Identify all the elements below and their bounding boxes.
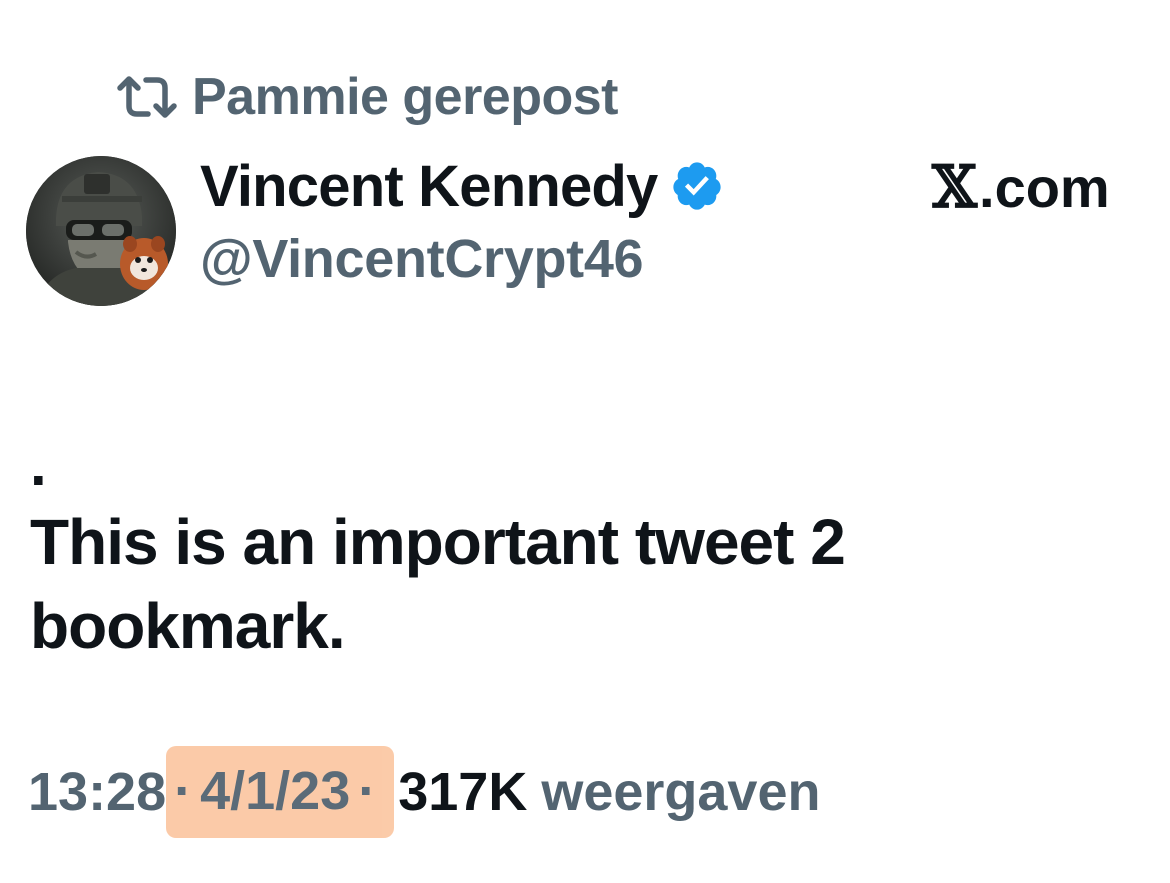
meta-separator: · (174, 761, 193, 821)
repost-header[interactable]: Pammie gerepost (116, 66, 619, 128)
author-display-name[interactable]: Vincent Kennedy (200, 153, 658, 220)
avatar[interactable] (26, 156, 176, 306)
meta-separator: · (358, 761, 377, 821)
tweet-text: This is an important tweet 2 bookmark. (30, 506, 846, 662)
author-name-row[interactable]: Vincent Kennedy (200, 150, 724, 222)
repost-icon (116, 74, 178, 120)
x-com-label: .com (979, 155, 1110, 219)
x-com-watermark: 𝕏 .com (932, 152, 1110, 222)
tweet-meta: 13:28 · 4/1/23 · 317K weergaven (28, 744, 820, 840)
tweet-lead-dot: . (30, 431, 47, 498)
tweet-date[interactable]: 4/1/23 (200, 760, 350, 822)
views-label: weergaven (541, 762, 821, 822)
repost-label: Pammie gerepost (192, 68, 619, 126)
x-logo-icon: 𝕏 (932, 153, 978, 221)
verified-badge-icon (670, 159, 724, 213)
tweet-time[interactable]: 13:28 (28, 761, 166, 823)
date-highlight: · 4/1/23 · (166, 746, 395, 838)
author-handle[interactable]: @VincentCrypt46 (200, 228, 644, 290)
views-count[interactable]: 317K (398, 761, 527, 823)
